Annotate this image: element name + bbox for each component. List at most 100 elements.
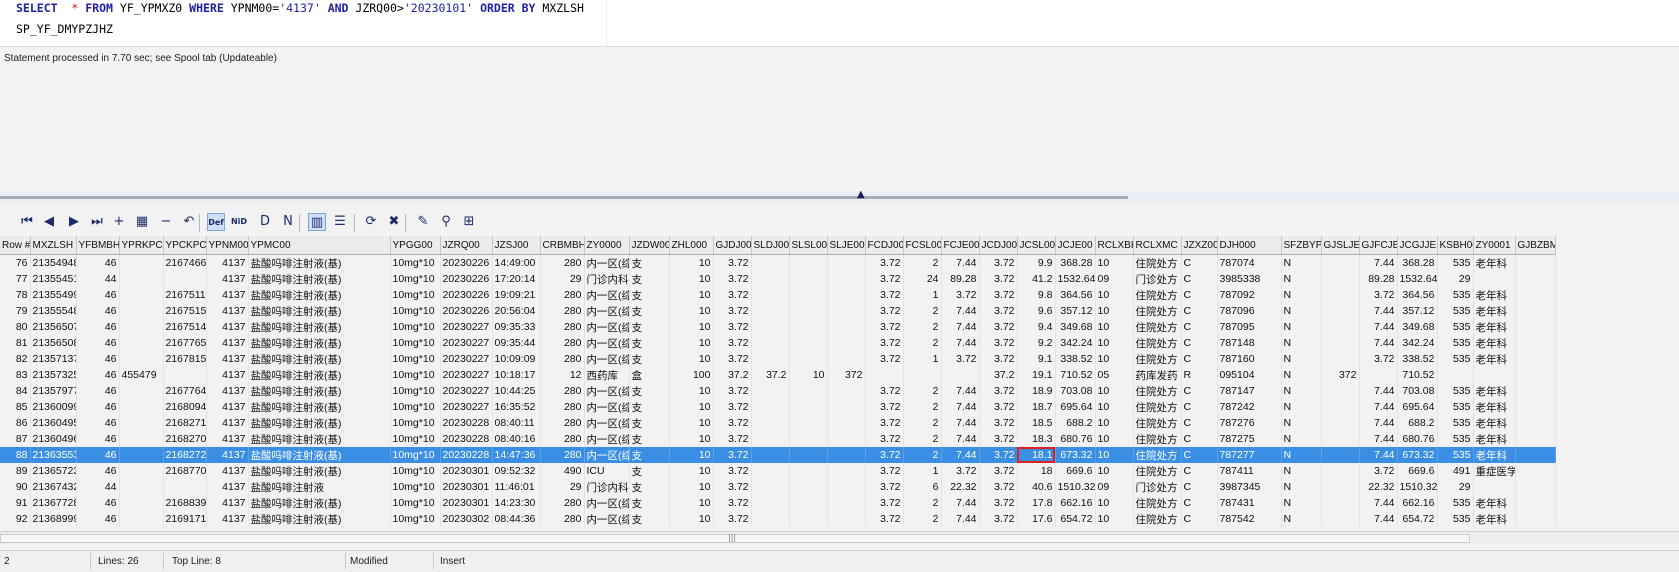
table-cell-jcdj00[interactable]: 3.72 (979, 287, 1018, 303)
table-cell-jcje00[interactable]: 673.32 (1055, 447, 1096, 463)
table-cell-row[interactable]: 77 (0, 271, 31, 287)
table-cell-row[interactable]: 83 (0, 367, 31, 383)
table-cell-ypmc00[interactable]: 盐酸吗啡注射液(基) (248, 399, 391, 415)
table-cell-sfzbyp[interactable]: N (1281, 367, 1322, 383)
table-cell-fcdj00[interactable]: 3.72 (865, 415, 904, 431)
table-cell-gjbzbm[interactable] (1515, 399, 1556, 415)
table-cell-gjfcje[interactable] (1359, 367, 1398, 383)
table-cell-slsl00[interactable] (789, 271, 828, 287)
table-cell-djh000[interactable]: 787277 (1217, 447, 1282, 463)
table-cell-rclxbh[interactable]: 10 (1095, 303, 1134, 319)
table-cell-fcje00[interactable] (941, 367, 980, 383)
table-cell-jcdj00[interactable]: 3.72 (979, 415, 1018, 431)
table-cell-row[interactable]: 85 (0, 399, 31, 415)
table-cell-jzdw00[interactable]: 支 (629, 351, 670, 367)
table-cell-sldj00[interactable] (751, 495, 790, 511)
table-cell-zy0000[interactable]: 内一区(综; (584, 495, 630, 511)
table-cell-jzdw00[interactable]: 盒 (629, 367, 670, 383)
table-cell-gjdj00[interactable]: 3.72 (713, 319, 752, 335)
table-cell-ypckpc[interactable]: 2167764 (163, 383, 207, 399)
table-cell-jcje00[interactable]: 364.56 (1055, 287, 1096, 303)
table-cell-fcdj00[interactable]: 3.72 (865, 351, 904, 367)
table-cell-gjfcje[interactable]: 7.44 (1359, 319, 1398, 335)
table-cell-crbmbh[interactable]: 280 (540, 303, 585, 319)
table-cell-crbmbh[interactable]: 280 (540, 415, 585, 431)
table-cell-yfbmbh[interactable]: 46 (76, 511, 120, 527)
table-cell-ypckpc[interactable] (163, 367, 207, 383)
table-cell-yprkpc[interactable] (119, 479, 164, 495)
table-cell-ypmc00[interactable]: 盐酸吗啡注射液(基) (248, 335, 391, 351)
table-cell-mxzlsh[interactable]: 21363553 (30, 447, 77, 463)
table-cell-jcdj00[interactable]: 3.72 (979, 511, 1018, 527)
table-cell-yprkpc[interactable] (119, 399, 164, 415)
table-cell-gjbzbm[interactable] (1515, 479, 1556, 495)
table-cell-gjslje[interactable] (1321, 415, 1360, 431)
table-cell-yfbmbh[interactable]: 46 (76, 287, 120, 303)
table-cell-ypnm00[interactable]: 4137 (206, 351, 249, 367)
table-cell-jcgjje[interactable]: 368.28 (1397, 254, 1438, 271)
table-cell-rclxmc[interactable]: 门诊处方 (1133, 271, 1182, 287)
table-cell-fcje00[interactable]: 7.44 (941, 254, 980, 271)
table-cell-ypmc00[interactable]: 盐酸吗啡注射液(基) (248, 415, 391, 431)
table-cell-fcsl00[interactable]: 2 (903, 495, 942, 511)
table-cell-rclxmc[interactable]: 住院处方 (1133, 495, 1182, 511)
table-cell-ksbh00[interactable]: 535 (1437, 319, 1474, 335)
table-cell-ypgg00[interactable]: 10mg*10 (390, 447, 441, 463)
table-cell-row[interactable]: 88 (0, 447, 31, 463)
table-cell-yprkpc[interactable] (119, 319, 164, 335)
table-cell-jcdj00[interactable]: 3.72 (979, 399, 1018, 415)
table-cell-slje00[interactable] (827, 303, 866, 319)
table-cell-slje00[interactable] (827, 271, 866, 287)
table-cell-row[interactable]: 87 (0, 431, 31, 447)
table-cell-yfbmbh[interactable]: 44 (76, 271, 120, 287)
table-cell-yprkpc[interactable] (119, 431, 164, 447)
cancel-button[interactable]: ✖ (385, 213, 403, 231)
table-cell-rclxmc[interactable]: 住院处方 (1133, 463, 1182, 479)
table-cell-zy0001[interactable]: 老年科 (1473, 383, 1516, 399)
table-cell-row[interactable]: 89 (0, 463, 31, 479)
table-cell-jcdj00[interactable]: 3.72 (979, 479, 1018, 495)
table-cell-ypmc00[interactable]: 盐酸吗啡注射液(基) (248, 383, 391, 399)
table-cell-gjfcje[interactable]: 7.44 (1359, 254, 1398, 271)
table-cell-jzxz00[interactable]: C (1181, 351, 1218, 367)
table-cell-gjdj00[interactable]: 3.72 (713, 399, 752, 415)
table-cell-slje00[interactable] (827, 479, 866, 495)
table-cell-ypgg00[interactable]: 10mg*10 (390, 463, 441, 479)
table-cell-jzrq00[interactable]: 20230226 (440, 271, 493, 287)
table-cell-zhl000[interactable]: 10 (669, 254, 714, 271)
table-cell-sfzbyp[interactable]: N (1281, 254, 1322, 271)
table-cell-yprkpc[interactable] (119, 271, 164, 287)
table-cell-jcsl00[interactable]: 17.8 (1017, 495, 1056, 511)
table-cell-ksbh00[interactable] (1437, 367, 1474, 383)
table-cell-jcsl00[interactable]: 9.6 (1017, 303, 1056, 319)
table-cell-sldj00[interactable] (751, 335, 790, 351)
table-cell-rclxmc[interactable]: 住院处方 (1133, 303, 1182, 319)
table-cell-jzsj00[interactable]: 08:40:16 (492, 431, 541, 447)
table-cell-gjdj00[interactable]: 3.72 (713, 271, 752, 287)
table-cell-zy0001[interactable] (1473, 271, 1516, 287)
table-cell-zy0001[interactable]: 老年科 (1473, 287, 1516, 303)
table-cell-zy0000[interactable]: 内一区(综; (584, 303, 630, 319)
grid-view-button[interactable]: ▥ (308, 213, 326, 231)
table-cell-jcdj00[interactable]: 3.72 (979, 335, 1018, 351)
table-cell-jzrq00[interactable]: 20230226 (440, 254, 493, 271)
table-cell-slsl00[interactable] (789, 463, 828, 479)
table-cell-sldj00[interactable] (751, 383, 790, 399)
table-cell-gjbzbm[interactable] (1515, 511, 1556, 527)
table-cell-fcje00[interactable]: 7.44 (941, 511, 980, 527)
table-cell-djh000[interactable]: 787411 (1217, 463, 1282, 479)
table-cell-jcje00[interactable]: 662.16 (1055, 495, 1096, 511)
table-cell-jcsl00[interactable]: 18 (1017, 463, 1056, 479)
table-cell-row[interactable]: 79 (0, 303, 31, 319)
table-cell-crbmbh[interactable]: 29 (540, 271, 585, 287)
table-cell-ksbh00[interactable]: 535 (1437, 335, 1474, 351)
table-cell-rclxbh[interactable]: 10 (1095, 463, 1134, 479)
table-cell-zy0000[interactable]: 内一区(综; (584, 319, 630, 335)
table-cell-jzrq00[interactable]: 20230227 (440, 351, 493, 367)
table-cell-jzdw00[interactable]: 支 (629, 495, 670, 511)
table-cell-fcje00[interactable]: 3.72 (941, 351, 980, 367)
table-cell-zy0001[interactable]: 老年科 (1473, 511, 1516, 527)
table-cell-sldj00[interactable] (751, 431, 790, 447)
first-record-button[interactable]: ⏮ (18, 213, 36, 231)
table-cell-fcdj00[interactable]: 3.72 (865, 287, 904, 303)
